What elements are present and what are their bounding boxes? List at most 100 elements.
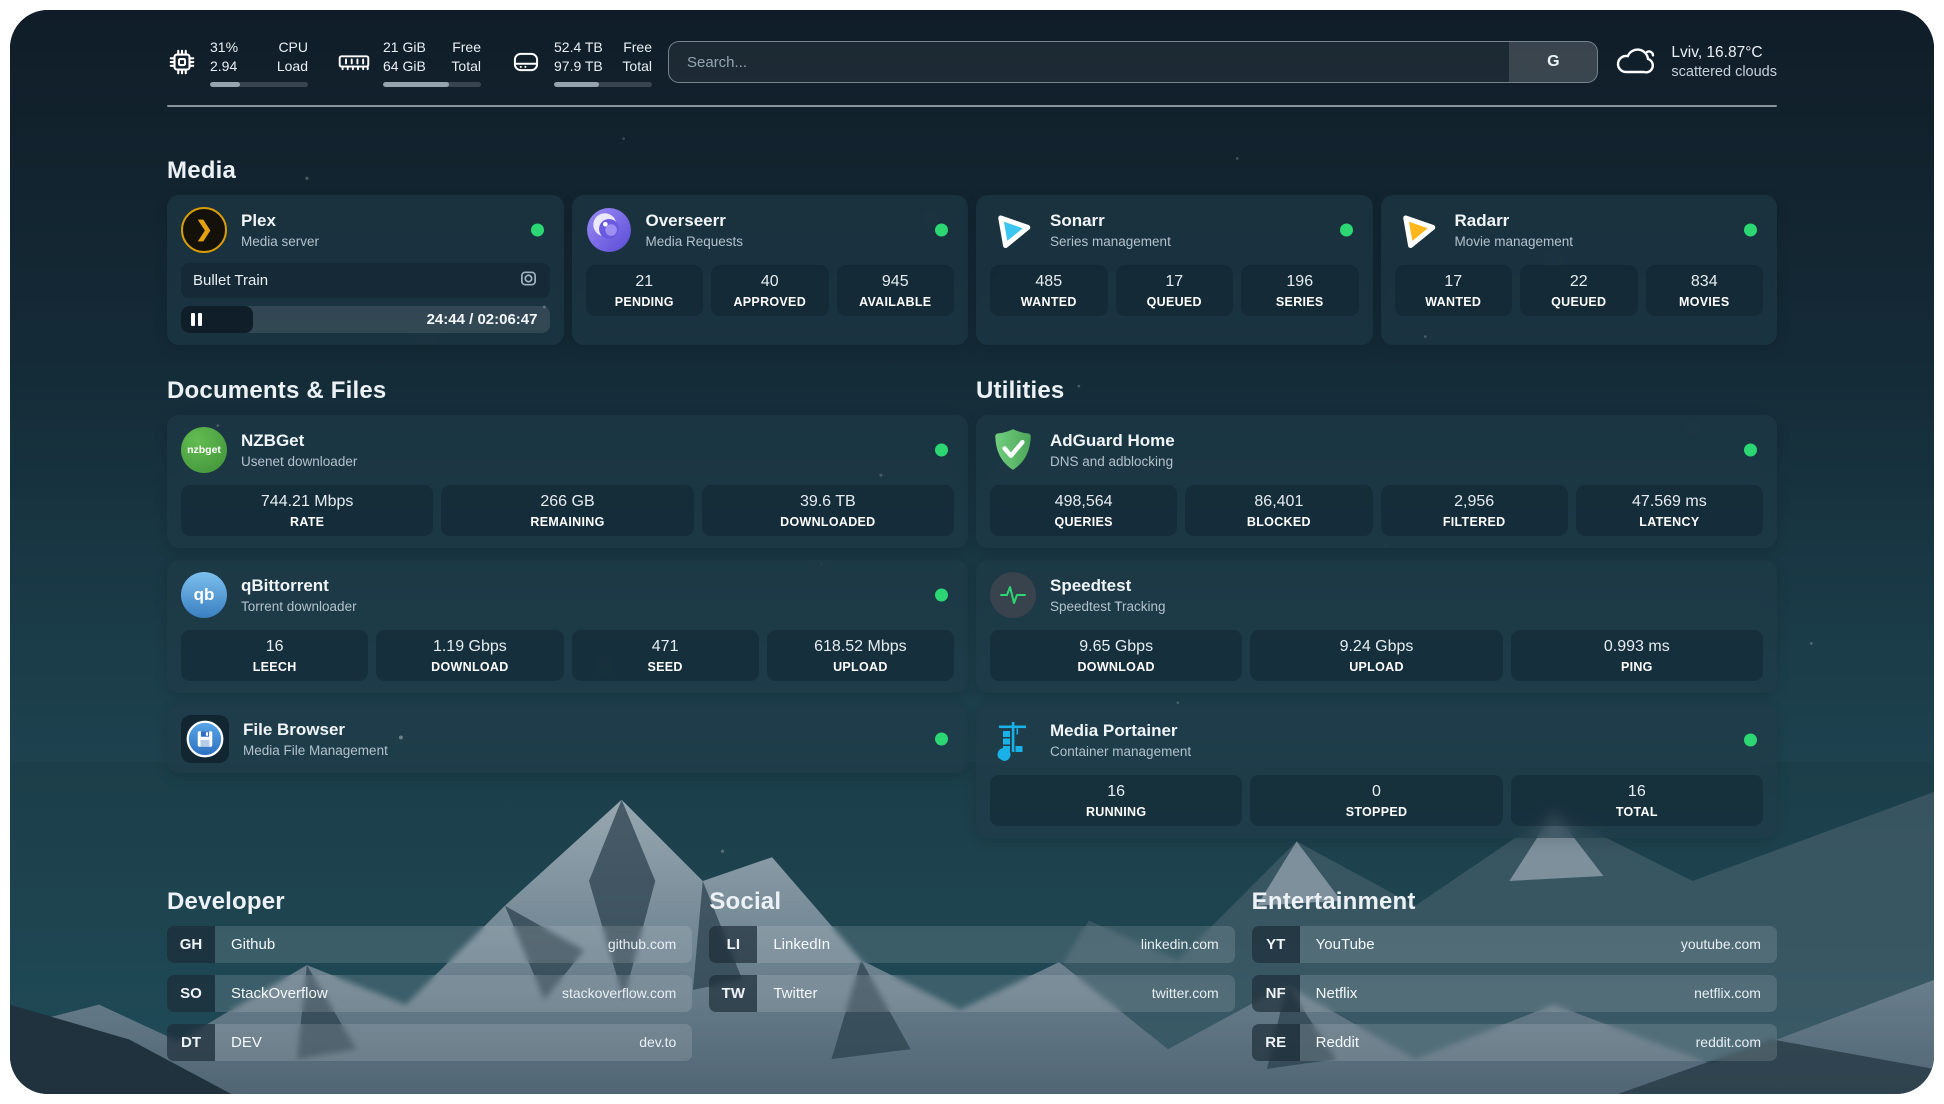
playback-progress-bar: 24:44 / 02:06:47 — [181, 306, 550, 333]
weather-widget: Lviv, 16.87°C scattered clouds — [1614, 43, 1777, 82]
now-playing-row: Bullet Train — [181, 263, 550, 298]
weather-location-temp: Lviv, 16.87°C — [1671, 44, 1777, 62]
bookmark-stackoverflow[interactable]: SO StackOverflow stackoverflow.com — [167, 975, 692, 1012]
section-title-media: Media — [167, 157, 1777, 185]
bookmark-netflix[interactable]: NF Netflix netflix.com — [1252, 975, 1777, 1012]
stat-box: 39.6 TBDOWNLOADED — [702, 485, 954, 536]
film-icon — [519, 269, 538, 292]
app-title: Overseerr — [646, 211, 744, 231]
memory-total-value: 64 GiB — [383, 57, 426, 76]
bookmark-github[interactable]: GH Github github.com — [167, 926, 692, 963]
status-dot — [1744, 443, 1757, 456]
app-title: File Browser — [243, 720, 388, 740]
stat-box: 16TOTAL — [1511, 775, 1763, 826]
section-title-social: Social — [709, 888, 1234, 916]
bookmark-name: Github — [215, 926, 275, 963]
cpu-icon — [167, 47, 197, 77]
stat-box: 834MOVIES — [1646, 265, 1764, 316]
bookmark-url: stackoverflow.com — [562, 975, 692, 1012]
radarr-card[interactable]: Radarr Movie management 17WANTED 22QUEUE… — [1381, 195, 1778, 345]
bookmark-url: youtube.com — [1681, 926, 1777, 963]
stat-box: 0STOPPED — [1250, 775, 1502, 826]
bookmark-abbr: YT — [1252, 926, 1300, 963]
status-dot — [935, 223, 948, 236]
qbittorrent-card[interactable]: qb qBittorrent Torrent downloader 16LEEC… — [167, 560, 968, 693]
plex-icon: ❯ — [181, 207, 227, 253]
search-engine-button[interactable]: G — [1509, 42, 1597, 82]
weather-condition: scattered clouds — [1671, 64, 1777, 80]
cpu-load-value: 2.94 — [210, 57, 237, 76]
bookmark-twitter[interactable]: TW Twitter twitter.com — [709, 975, 1234, 1012]
status-dot — [935, 732, 948, 745]
memory-progress-bar — [383, 82, 481, 87]
bookmark-name: Twitter — [757, 975, 817, 1012]
section-title-utilities: Utilities — [976, 377, 1777, 405]
disk-icon — [511, 48, 541, 76]
section-title-documents: Documents & Files — [167, 377, 968, 405]
bookmark-name: Netflix — [1300, 975, 1358, 1012]
cpu-load-label: Load — [277, 57, 308, 76]
stat-box: 47.569 msLATENCY — [1576, 485, 1763, 536]
app-subtitle: Media server — [241, 234, 319, 249]
stat-box: 471SEED — [572, 630, 759, 681]
disk-total-label: Total — [622, 57, 652, 76]
overseerr-card[interactable]: Overseerr Media Requests 21PENDING 40APP… — [572, 195, 969, 345]
stat-box: 86,401BLOCKED — [1185, 485, 1372, 536]
sonarr-card[interactable]: Sonarr Series management 485WANTED 17QUE… — [976, 195, 1373, 345]
bookmark-abbr: NF — [1252, 975, 1300, 1012]
nzbget-card[interactable]: nzbget NZBGet Usenet downloader 744.21 M… — [167, 415, 968, 548]
memory-free-value: 21 GiB — [383, 38, 426, 57]
bookmark-abbr: TW — [709, 975, 757, 1012]
search-input[interactable] — [669, 42, 1509, 82]
speedtest-icon — [990, 572, 1036, 618]
app-title: Media Portainer — [1050, 721, 1191, 741]
stat-box: 618.52 MbpsUPLOAD — [767, 630, 954, 681]
bookmark-url: linkedin.com — [1141, 926, 1235, 963]
app-title: NZBGet — [241, 431, 357, 451]
cpu-widget: 31%CPU 2.94Load — [167, 38, 308, 87]
nzbget-icon: nzbget — [181, 427, 227, 473]
app-title: Sonarr — [1050, 211, 1171, 231]
bookmark-url: twitter.com — [1152, 975, 1235, 1012]
stat-box: 498,564QUERIES — [990, 485, 1177, 536]
sonarr-icon — [990, 207, 1036, 253]
top-bar: 31%CPU 2.94Load 21 GiBFree — [167, 10, 1777, 87]
app-subtitle: DNS and adblocking — [1050, 454, 1175, 469]
disk-free-value: 52.4 TB — [554, 38, 603, 57]
qbittorrent-icon: qb — [181, 572, 227, 618]
status-dot — [1340, 223, 1353, 236]
app-subtitle: Movie management — [1455, 234, 1574, 249]
stat-box: 744.21 MbpsRATE — [181, 485, 433, 536]
bookmark-name: YouTube — [1300, 926, 1375, 963]
bookmark-group-social: Social LI LinkedIn linkedin.com TW Twitt… — [709, 888, 1234, 1061]
bookmark-abbr: RE — [1252, 1024, 1300, 1061]
bookmark-abbr: LI — [709, 926, 757, 963]
header-divider — [167, 105, 1777, 107]
filebrowser-card[interactable]: File Browser Media File Management — [167, 705, 968, 773]
bookmark-group-developer: Developer GH Github github.com SO StackO… — [167, 888, 692, 1061]
section-title-developer: Developer — [167, 888, 692, 916]
bookmark-linkedin[interactable]: LI LinkedIn linkedin.com — [709, 926, 1234, 963]
adguard-card[interactable]: AdGuard Home DNS and adblocking 498,564Q… — [976, 415, 1777, 548]
stat-box: 0.993 msPING — [1511, 630, 1763, 681]
search-bar: G — [668, 41, 1598, 83]
memory-free-label: Free — [452, 38, 481, 57]
stat-box: 2,956FILTERED — [1381, 485, 1568, 536]
cpu-progress-bar — [210, 82, 308, 87]
bookmark-reddit[interactable]: RE Reddit reddit.com — [1252, 1024, 1777, 1061]
playback-time: 24:44 / 02:06:47 — [427, 311, 550, 328]
stat-box: 40APPROVED — [711, 265, 829, 316]
app-title: AdGuard Home — [1050, 431, 1175, 451]
bookmark-url: dev.to — [639, 1024, 692, 1061]
cloud-icon — [1614, 43, 1658, 82]
app-subtitle: Media Requests — [646, 234, 744, 249]
app-title: Radarr — [1455, 211, 1574, 231]
bookmark-youtube[interactable]: YT YouTube youtube.com — [1252, 926, 1777, 963]
plex-card[interactable]: ❯ Plex Media server Bullet Train — [167, 195, 564, 345]
speedtest-card[interactable]: Speedtest Speedtest Tracking 9.65 GbpsDO… — [976, 560, 1777, 693]
bookmark-abbr: GH — [167, 926, 215, 963]
bookmark-dev[interactable]: DT DEV dev.to — [167, 1024, 692, 1061]
disk-free-label: Free — [623, 38, 652, 57]
app-subtitle: Series management — [1050, 234, 1171, 249]
portainer-card[interactable]: Media Portainer Container management 16R… — [976, 705, 1777, 838]
